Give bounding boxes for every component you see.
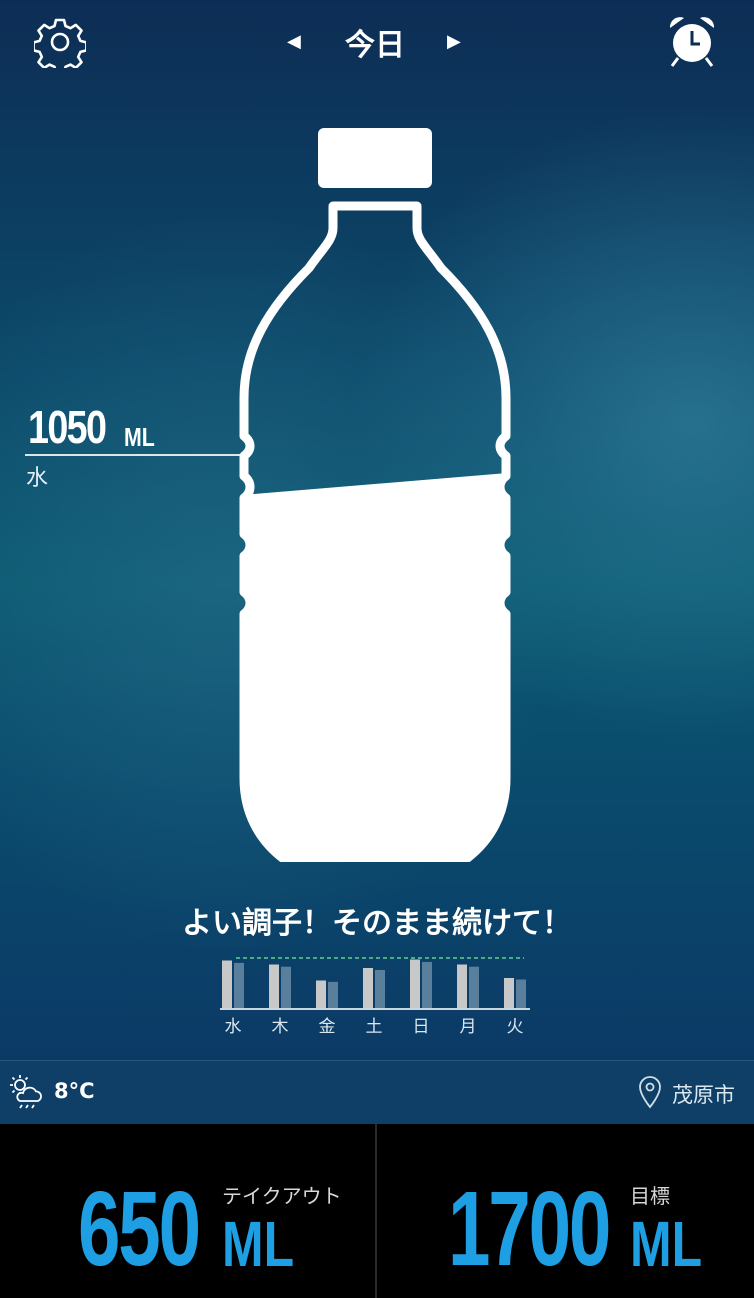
day-label-4: 日 bbox=[413, 1017, 430, 1037]
water-bottle bbox=[239, 128, 511, 862]
cloudy-sun-icon bbox=[10, 1075, 42, 1109]
panel-divider bbox=[375, 1124, 377, 1298]
map-pin-icon bbox=[639, 1076, 661, 1109]
bar-intake-0 bbox=[222, 960, 232, 1008]
drink-type: 水 bbox=[26, 466, 49, 491]
day-label-1: 木 bbox=[272, 1017, 289, 1037]
day-label-0: 水 bbox=[225, 1017, 242, 1037]
day-label-3: 土 bbox=[366, 1017, 383, 1037]
weather-bar: 8°C 茂原市 bbox=[0, 1060, 754, 1125]
bar-goal-0 bbox=[234, 962, 244, 1008]
takeout-value: 650 bbox=[78, 1170, 201, 1288]
bar-goal-1 bbox=[281, 966, 291, 1008]
bar-goal-3 bbox=[375, 970, 385, 1008]
gear-icon[interactable] bbox=[34, 16, 86, 68]
bar-goal-2 bbox=[328, 981, 338, 1008]
bar-goal-4 bbox=[422, 961, 432, 1008]
bar-intake-3 bbox=[363, 968, 373, 1008]
goal-label: 目標 bbox=[630, 1184, 670, 1208]
alarm-clock-icon[interactable] bbox=[666, 14, 718, 68]
intake-amount: 1050 bbox=[28, 401, 107, 453]
bar-intake-6 bbox=[504, 978, 514, 1008]
takeout-unit: ML bbox=[222, 1208, 295, 1280]
bar-goal-6 bbox=[516, 979, 526, 1008]
level-line bbox=[25, 454, 247, 456]
bar-intake-4 bbox=[410, 959, 420, 1008]
date-title: 今日 bbox=[345, 28, 405, 63]
location-name[interactable]: 茂原市 bbox=[672, 1079, 735, 1109]
temperature: 8°C bbox=[54, 1079, 95, 1103]
weekly-chart[interactable]: 水木金土日月火 bbox=[220, 952, 530, 1042]
stats-panel: 650 ML テイクアウト 1700 ML 目標 bbox=[0, 1124, 754, 1298]
takeout-label: テイクアウト bbox=[222, 1184, 342, 1208]
day-label-6: 火 bbox=[507, 1017, 524, 1037]
bar-intake-2 bbox=[316, 980, 326, 1008]
bar-goal-5 bbox=[469, 966, 479, 1008]
water-fill bbox=[244, 472, 506, 862]
goal-unit: ML bbox=[630, 1208, 703, 1280]
prev-day-button[interactable]: ◀ bbox=[287, 31, 301, 52]
day-label-2: 金 bbox=[319, 1017, 336, 1037]
bar-intake-5 bbox=[457, 964, 467, 1008]
encouragement-message: よい調子！そのまま続けて！ bbox=[182, 906, 572, 941]
day-label-5: 月 bbox=[460, 1017, 477, 1037]
goal-value: 1700 bbox=[448, 1170, 611, 1288]
intake-unit: ML bbox=[124, 422, 155, 452]
bar-intake-1 bbox=[269, 964, 279, 1008]
next-day-button[interactable]: ▶ bbox=[447, 31, 461, 52]
